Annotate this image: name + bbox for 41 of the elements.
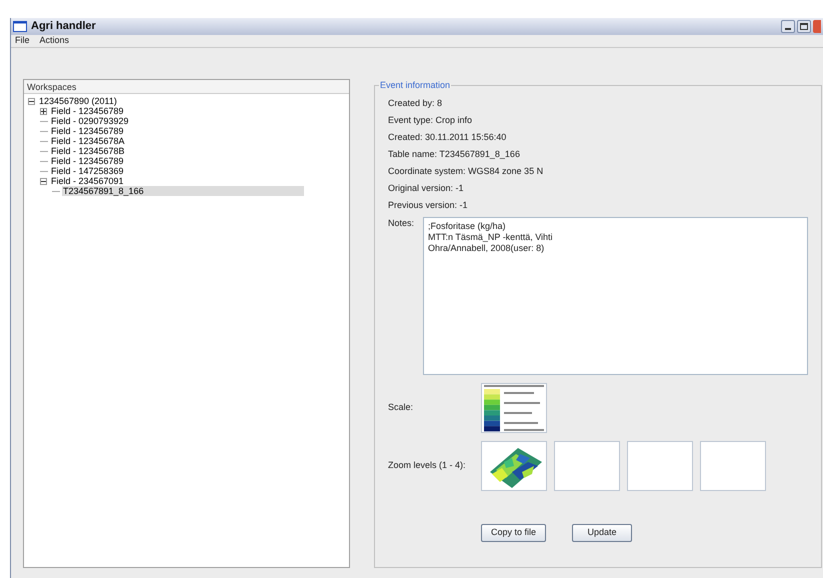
notes-line: Ohra/Annabell, 2008(user: 8) — [428, 243, 546, 254]
tree-item[interactable]: T234567891_8_166 — [62, 186, 304, 196]
tree-item[interactable]: 1234567890 (2011) — [38, 96, 118, 106]
tree-item[interactable]: Field - 12345678A — [50, 136, 126, 146]
info-text: Previous version: -1 — [388, 200, 469, 211]
collapse-icon[interactable] — [40, 178, 47, 184]
collapse-icon[interactable] — [28, 98, 35, 104]
info-text: Event type: Crop info — [388, 115, 474, 126]
info-text: Table name: T234567891_8_166 — [388, 149, 521, 160]
zoom-label: Zoom levels (1 - 4): — [388, 459, 467, 472]
notes-label: Notes: — [388, 217, 416, 230]
action-button[interactable]: Copy to file — [481, 524, 546, 542]
notes-line: MTT:n Täsmä_NP -kenttä, Vihti — [428, 232, 554, 243]
window-title: Agri handler — [31, 19, 96, 34]
tree-item[interactable]: Field - 123456789 — [50, 156, 125, 166]
info-text: Original version: -1 — [388, 183, 465, 194]
zoom-thumbnail[interactable] — [554, 441, 620, 491]
menu-item[interactable]: File — [15, 34, 30, 48]
notes-field[interactable]: ;Fosforitase (kg/ha) MTT:n Täsmä_NP -kenttä, Vihti Ohra/Annabell, 2008(user: 8) — [423, 217, 808, 375]
tree-item[interactable]: Field - 0290793929 — [50, 116, 130, 126]
minimize-button[interactable] — [781, 20, 795, 33]
tree-item[interactable]: Field - 123456789 — [50, 106, 125, 116]
tree-item[interactable]: Field - 234567091 — [50, 176, 125, 186]
zoom-thumbnail[interactable] — [700, 441, 766, 491]
expand-icon[interactable] — [40, 108, 47, 114]
tree-item[interactable]: Field - 12345678B — [50, 146, 126, 156]
tree-item[interactable]: Field - 123456789 — [50, 126, 125, 136]
maximize-button[interactable] — [797, 20, 811, 33]
tree-item[interactable]: Field - 147258369 — [50, 166, 125, 176]
info-text: Created: 30.11.2011 15:56:40 — [388, 132, 508, 143]
group-title: Event information — [379, 80, 452, 90]
panel-header: Workspaces — [24, 80, 349, 94]
window-icon — [13, 21, 27, 32]
action-button[interactable]: Update — [572, 524, 632, 542]
info-text: Coordinate system: WGS84 zone 35 N — [388, 166, 544, 177]
zoom-thumbnail[interactable] — [627, 441, 693, 491]
scale-label: Scale: — [388, 401, 414, 414]
info-text: Created by: 8 — [388, 98, 444, 109]
zoom-thumbnail[interactable] — [481, 441, 547, 491]
notes-line: ;Fosforitase (kg/ha) — [428, 221, 507, 232]
menu-item[interactable]: Actions — [40, 34, 70, 48]
